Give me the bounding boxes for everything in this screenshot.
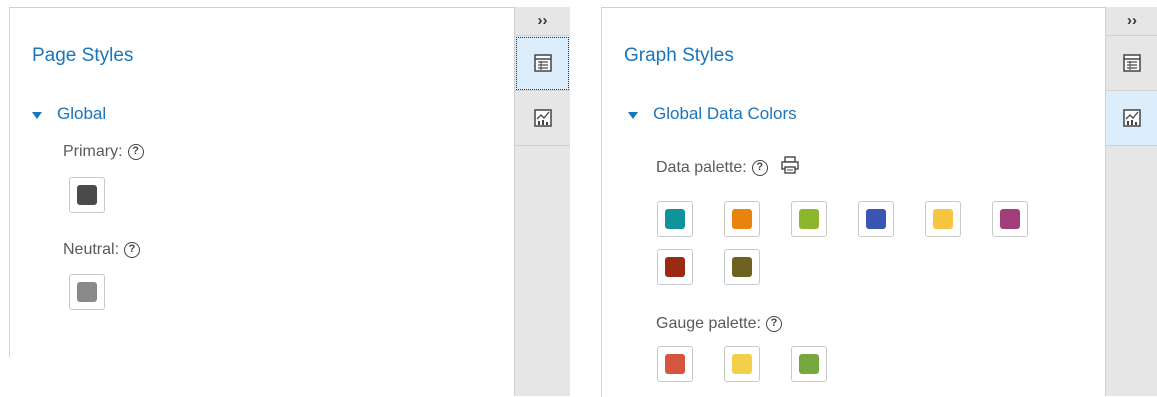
color-chip — [732, 209, 752, 229]
color-chip — [732, 354, 752, 374]
color-chip — [799, 209, 819, 229]
palette-color-swatch[interactable] — [858, 201, 894, 237]
field-label-text: Gauge palette: — [656, 315, 761, 332]
table-icon — [1123, 54, 1141, 72]
gauge-palette-label: Gauge palette: ? — [656, 315, 782, 333]
field-label-text: Neutral: — [63, 241, 120, 258]
section-label: Global Data Colors — [653, 104, 797, 123]
graph-styles-tab[interactable] — [515, 91, 570, 146]
field-label-text: Data palette: — [656, 158, 747, 176]
graph-icon — [533, 109, 552, 127]
panel-title: Graph Styles — [624, 45, 734, 66]
color-chip — [866, 209, 886, 229]
palette-color-swatch[interactable] — [791, 201, 827, 237]
palette-color-swatch[interactable] — [657, 249, 693, 285]
page-styles-panel: Page Styles Global Primary: ? Neutral: ? — [9, 7, 515, 357]
graph-icon — [1123, 109, 1141, 127]
section-label: Global — [57, 104, 107, 123]
collapse-button[interactable]: ›› — [1106, 7, 1157, 36]
palette-color-swatch[interactable] — [992, 201, 1028, 237]
color-chip — [77, 282, 97, 302]
help-icon[interactable]: ? — [124, 242, 141, 258]
field-label-text: Primary: — [63, 143, 123, 160]
color-chip — [665, 209, 685, 229]
table-icon — [533, 54, 552, 72]
help-icon[interactable]: ? — [765, 316, 782, 332]
graph-styles-tab[interactable] — [1106, 91, 1157, 146]
caret-down-icon — [32, 111, 42, 119]
color-chip — [665, 354, 685, 374]
color-chip — [77, 185, 97, 205]
right-sidebar: ›› — [1105, 7, 1157, 396]
primary-label: Primary: ? — [63, 143, 144, 161]
color-chip — [665, 257, 685, 277]
caret-down-icon — [628, 111, 638, 119]
color-chip — [799, 354, 819, 374]
section-header-global-data-colors[interactable]: Global Data Colors — [628, 104, 797, 124]
left-sidebar: ›› — [514, 7, 570, 396]
help-icon[interactable]: ? — [127, 144, 144, 160]
page-styles-tab[interactable] — [515, 36, 570, 91]
primary-color-swatch[interactable] — [69, 177, 105, 213]
data-palette-label: Data palette: ? — [656, 156, 800, 179]
color-chip — [732, 257, 752, 277]
palette-color-swatch[interactable] — [925, 201, 961, 237]
collapse-button[interactable]: ›› — [515, 7, 570, 36]
color-chip — [933, 209, 953, 229]
section-header-global[interactable]: Global — [32, 104, 106, 124]
neutral-color-swatch[interactable] — [69, 274, 105, 310]
palette-color-swatch[interactable] — [791, 346, 827, 382]
palette-color-swatch[interactable] — [724, 201, 760, 237]
page-styles-tab[interactable] — [1106, 36, 1157, 91]
palette-swap-icon[interactable] — [780, 156, 800, 179]
graph-styles-panel: Graph Styles Global Data Colors Data pal… — [601, 7, 1107, 397]
color-chip — [1000, 209, 1020, 229]
panel-title: Page Styles — [32, 45, 134, 66]
palette-color-swatch[interactable] — [657, 201, 693, 237]
palette-color-swatch[interactable] — [657, 346, 693, 382]
palette-color-swatch[interactable] — [724, 346, 760, 382]
help-icon[interactable]: ? — [751, 159, 768, 176]
neutral-label: Neutral: ? — [63, 241, 141, 259]
palette-color-swatch[interactable] — [724, 249, 760, 285]
